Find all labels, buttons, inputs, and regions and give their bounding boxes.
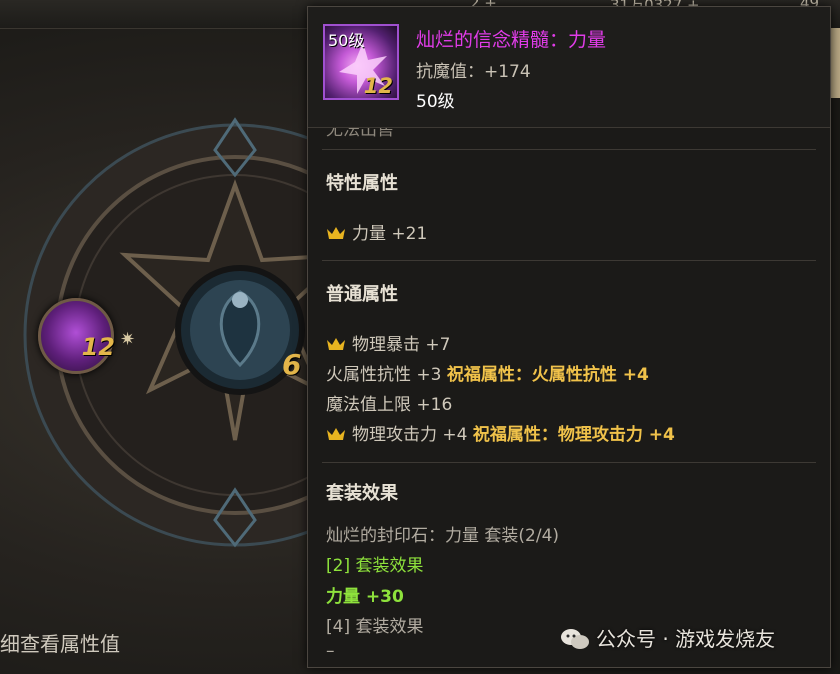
set-effect-2: [2] 套装效果 [326, 556, 424, 576]
attribute-fire-resist-text: 火属性抗性 +3 [326, 365, 442, 385]
divider [322, 462, 816, 463]
blessing-fire-resist: 祝福属性：火属性抗性 +4 [446, 365, 649, 385]
set-effect-4: [4] 套装效果 [326, 617, 424, 637]
item-magic-resist: 抗魔值：+174 [416, 62, 531, 82]
watermark-text: 公众号 · 游戏发烧友 [596, 627, 776, 651]
rune-stone-count: 12 [81, 333, 115, 361]
view-attributes-hint[interactable]: 细查看属性值 [0, 628, 120, 657]
special-attributes-title: 特性属性 [326, 173, 398, 194]
attribute-crit-text: 物理暴击 +7 [352, 335, 451, 355]
item-icon-count: 12 [363, 74, 393, 98]
svg-text:✷: ✷ [120, 329, 135, 350]
normal-attributes-title: 普通属性 [326, 284, 398, 305]
item-icon: 50级 12 [323, 24, 399, 100]
set-effect-4-tail: – [326, 641, 335, 661]
blessing-phys-atk: 祝福属性：物理攻击力 +4 [472, 425, 675, 445]
watermark: 公众号 · 游戏发烧友 [560, 623, 775, 652]
set-effect-title: 套装效果 [326, 483, 398, 504]
special-attribute-text: 力量 +21 [352, 224, 428, 244]
set-effect-2-stat: 力量 +30 [326, 587, 404, 607]
attribute-phys-atk-text: 物理攻击力 +4 [352, 425, 468, 445]
attribute-crit: 物理暴击 +7 [326, 330, 450, 355]
rune-stone-slot[interactable]: 12 [38, 298, 115, 374]
attribute-fire-resist: 火属性抗性 +3 祝福属性：火属性抗性 +4 [326, 360, 649, 385]
divider [322, 149, 816, 150]
tooltip-header: 50级 12 灿烂的信念精髓：力量 抗魔值：+174 50级 [308, 7, 830, 128]
item-icon-level: 50级 [328, 31, 365, 50]
crown-icon [327, 338, 345, 350]
crown-icon [327, 227, 345, 239]
wechat-icon [561, 629, 589, 649]
special-attribute-line: 力量 +21 [326, 219, 427, 244]
center-rune-count: 6 [282, 348, 302, 381]
divider [322, 260, 816, 261]
item-level: 50级 [416, 92, 455, 112]
attribute-phys-atk: 物理攻击力 +4 祝福属性：物理攻击力 +4 [326, 420, 675, 445]
crown-icon [327, 428, 345, 440]
attribute-max-mp: 魔法值上限 +16 [326, 395, 453, 415]
set-name: 灿烂的封印石：力量 套装(2/4) [326, 526, 560, 546]
item-name: 灿烂的信念精髓：力量 [416, 29, 607, 51]
item-tooltip: 50级 12 灿烂的信念精髓：力量 抗魔值：+174 50级 无法出售 特性属性… [307, 6, 831, 668]
